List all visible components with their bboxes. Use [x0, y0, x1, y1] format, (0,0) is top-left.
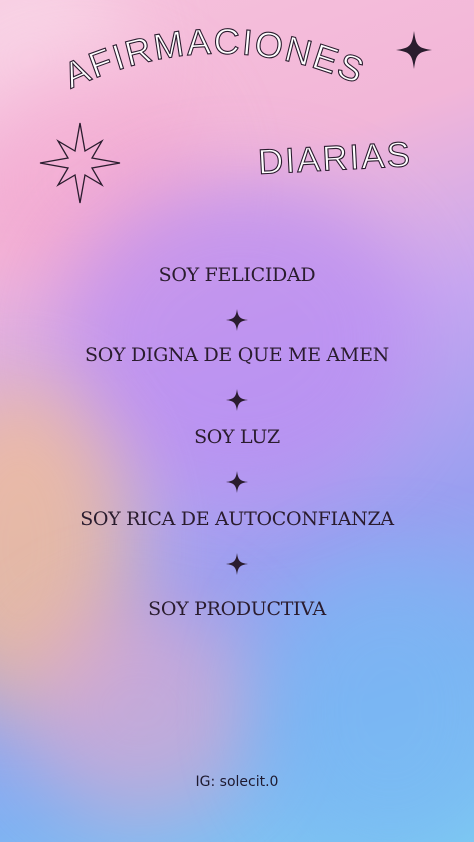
title-graphic: AFIRMACIONES DIARIAS [39, 20, 432, 204]
affirmation-item: SOY PRODUCTIVA [148, 598, 326, 620]
four-point-star-icon [226, 309, 248, 331]
title-line-2: DIARIAS [257, 135, 413, 182]
title-arc-text: AFIRMACIONES [57, 20, 371, 96]
instagram-handle: IG: solecit.0 [195, 774, 279, 790]
eight-point-starburst-icon [39, 122, 121, 204]
four-point-star-icon [226, 553, 248, 575]
affirmation-item: SOY FELICIDAD [158, 264, 316, 286]
four-point-star-icon [396, 31, 432, 69]
affirmation-item: SOY DIGNA DE QUE ME AMEN [85, 344, 389, 366]
four-point-star-icon [226, 389, 248, 411]
title-line-1: AFIRMACIONES [57, 20, 370, 97]
affirmations-poster: AFIRMACIONES DIARIAS SOY FELICIDAD SOY D… [0, 0, 474, 842]
affirmation-item: SOY LUZ [194, 426, 280, 448]
affirmation-item: SOY RICA DE AUTOCONFIANZA [80, 508, 394, 530]
four-point-star-icon [226, 471, 248, 493]
